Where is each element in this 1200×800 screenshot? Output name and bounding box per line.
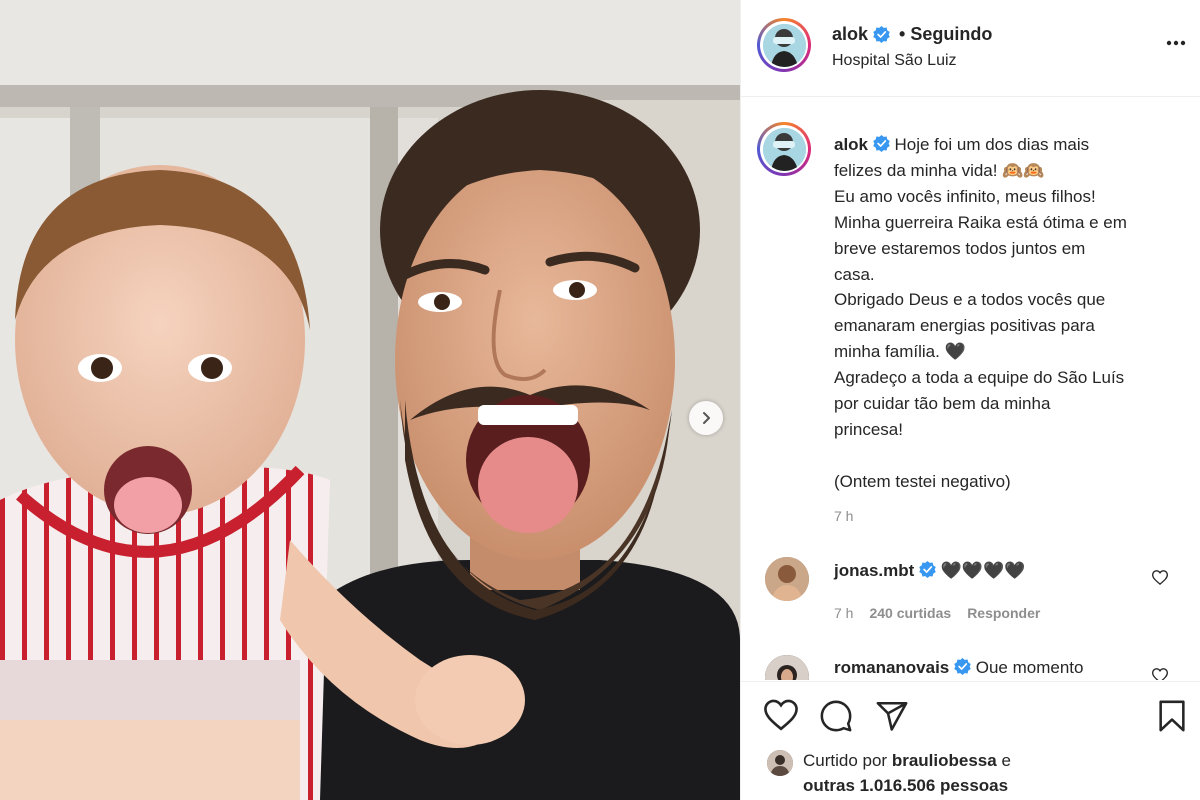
verified-icon bbox=[873, 135, 890, 152]
likes-prefix: Curtido por bbox=[803, 751, 888, 770]
comment-username[interactable]: romananovais bbox=[834, 658, 949, 677]
share-icon[interactable] bbox=[875, 699, 909, 733]
bookmark-icon[interactable] bbox=[1157, 699, 1187, 733]
post-location[interactable]: Hospital São Luiz bbox=[832, 52, 957, 70]
verified-icon bbox=[919, 561, 936, 578]
post-image bbox=[0, 0, 740, 800]
commenter-avatar[interactable] bbox=[765, 557, 809, 601]
author-avatar[interactable] bbox=[757, 18, 811, 72]
caption-line: (Ontem testei negativo) bbox=[834, 471, 1011, 491]
separator-dot: • bbox=[899, 24, 906, 44]
reply-button[interactable]: Responder bbox=[967, 605, 1040, 621]
post-side-panel: alok • Seguindo Hospital São Luiz alok H… bbox=[740, 0, 1200, 800]
next-arrow-icon bbox=[703, 412, 710, 424]
post-photo[interactable] bbox=[0, 0, 740, 800]
caption-line bbox=[834, 443, 1174, 469]
comments-section: alok Hoje foi um dos dias mais felizes d… bbox=[741, 98, 1200, 680]
commenter-avatar[interactable] bbox=[765, 655, 809, 680]
caption-line: princesa! bbox=[834, 419, 903, 439]
likes-summary: Curtido por brauliobessa e outras 1.016.… bbox=[803, 748, 1011, 798]
comment-text: Oue momento bbox=[975, 658, 1084, 677]
comment-username[interactable]: jonas.mbt bbox=[834, 561, 914, 580]
comment-meta: 7 h 240 curtidas Responder bbox=[834, 605, 1040, 621]
liker-avatar[interactable] bbox=[767, 750, 793, 776]
post-actions: Curtido por brauliobessa e outras 1.016.… bbox=[741, 681, 1200, 800]
caption-line: breve estaremos todos juntos em bbox=[834, 238, 1086, 258]
caption-text: Hoje foi um dos dias mais bbox=[894, 135, 1090, 154]
caption-line: Obrigado Deus e a todos vocês que bbox=[834, 290, 1106, 310]
likes-count[interactable]: outras 1.016.506 pessoas bbox=[803, 776, 1008, 795]
verified-icon bbox=[954, 658, 971, 675]
comment-icon[interactable] bbox=[819, 699, 853, 733]
caption-line: alok Hoje foi um dos dias mais bbox=[834, 132, 1174, 158]
comment-body: romananovais Oue momento bbox=[834, 658, 1083, 678]
caption-line: minha família. 🖤 bbox=[834, 342, 966, 362]
caption-line: por cuidar tão bem da minha bbox=[834, 394, 1051, 414]
author-username[interactable]: alok bbox=[832, 24, 868, 45]
caption-line: Minha guerreira Raika está ótima e em bbox=[834, 212, 1127, 232]
caption-username[interactable]: alok bbox=[834, 135, 868, 154]
heart-icon[interactable] bbox=[1152, 668, 1168, 680]
following-button[interactable]: Seguindo bbox=[910, 24, 992, 45]
post-header: alok • Seguindo Hospital São Luiz bbox=[741, 0, 1200, 97]
comment-text: 🖤🖤🖤🖤 bbox=[940, 561, 1026, 580]
more-options-icon[interactable] bbox=[1166, 40, 1186, 46]
next-photo-button[interactable] bbox=[689, 401, 723, 435]
comment-body: jonas.mbt 🖤🖤🖤🖤 bbox=[834, 561, 1025, 581]
liker-username[interactable]: brauliobessa bbox=[892, 751, 997, 770]
caption-line: emanaram energias positivas para bbox=[834, 316, 1095, 336]
caption-line: Agradeço a toda a equipe do São Luís bbox=[834, 368, 1125, 388]
verified-icon bbox=[873, 26, 890, 43]
likes-connector: e bbox=[1001, 751, 1011, 770]
caption-line: Eu amo vocês infinito, meus filhos! bbox=[834, 186, 1096, 206]
heart-icon[interactable] bbox=[763, 699, 799, 731]
caption-author-avatar[interactable] bbox=[757, 122, 811, 176]
heart-icon[interactable] bbox=[1152, 570, 1168, 585]
comment-likes[interactable]: 240 curtidas bbox=[869, 605, 951, 621]
comment-timestamp[interactable]: 7 h bbox=[834, 605, 853, 621]
post-caption: alok Hoje foi um dos dias mais felizes d… bbox=[834, 132, 1174, 495]
caption-line: felizes da minha vida! 🙉🙉 bbox=[834, 160, 1045, 180]
caption-line: casa. bbox=[834, 264, 875, 284]
caption-timestamp[interactable]: 7 h bbox=[834, 508, 853, 524]
